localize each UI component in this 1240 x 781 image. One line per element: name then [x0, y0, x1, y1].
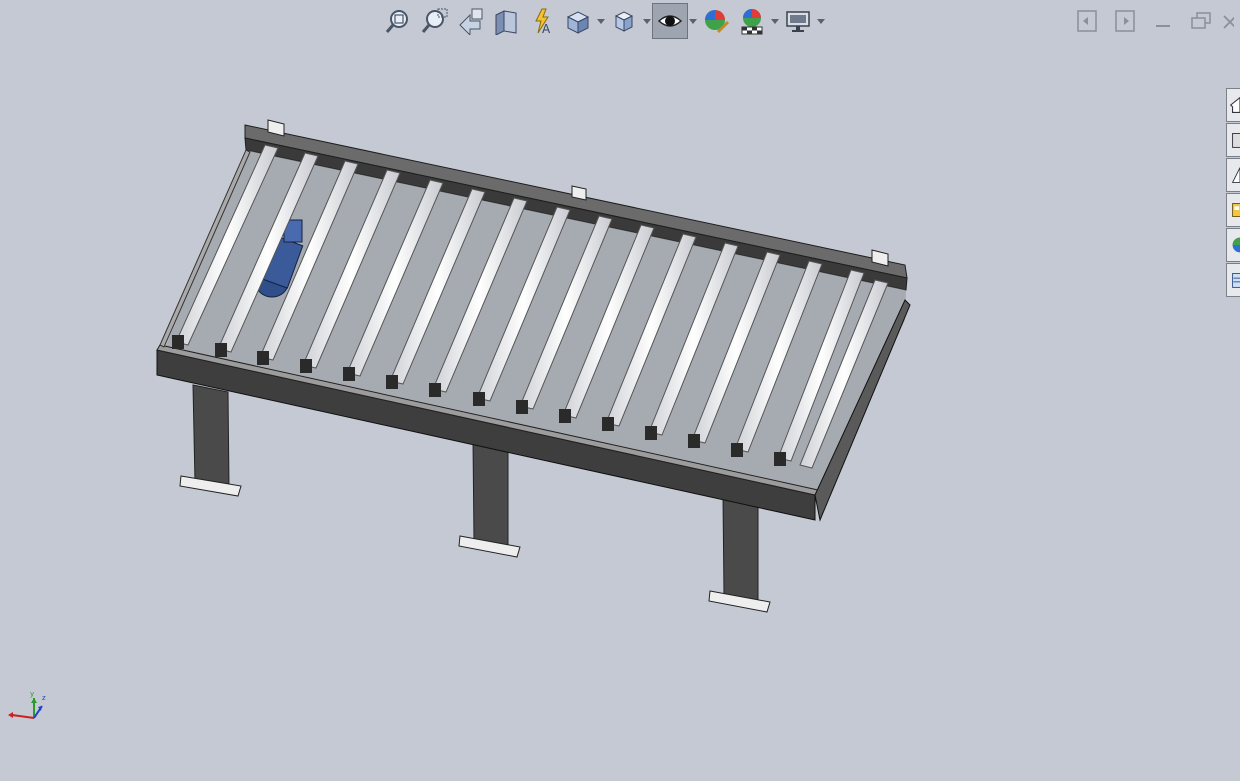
- view-orientation-button[interactable]: [560, 3, 596, 39]
- appearances-icon: [1232, 237, 1240, 253]
- tile-left-button[interactable]: [1068, 6, 1106, 36]
- hide-show-items-button[interactable]: [652, 3, 688, 39]
- chevron-down-icon: [817, 18, 825, 24]
- dynamic-annotation-button[interactable]: A: [524, 3, 560, 39]
- home-icon: [1229, 96, 1240, 113]
- view-palette-icon: [1232, 203, 1240, 217]
- dynamic-annotation-icon: A: [535, 8, 551, 35]
- zoom-to-fit-icon: [385, 10, 408, 33]
- section-view-button[interactable]: [488, 3, 524, 39]
- view-settings-button[interactable]: [780, 3, 816, 39]
- zoom-to-fit-button[interactable]: [380, 3, 416, 39]
- apply-scene-button[interactable]: [734, 3, 770, 39]
- chevron-down-icon: [689, 18, 697, 24]
- task-pane-tabs: [1226, 88, 1240, 298]
- apply-scene-dropdown[interactable]: [770, 3, 780, 39]
- design-library-icon: [1232, 133, 1240, 148]
- task-pane-file-explorer-tab[interactable]: [1226, 158, 1240, 192]
- tile-right-button[interactable]: [1106, 6, 1144, 36]
- view-settings-dropdown[interactable]: [816, 3, 826, 39]
- svg-text:A: A: [542, 22, 551, 35]
- reference-triad: y z: [8, 690, 46, 719]
- task-pane-custom-properties-tab[interactable]: [1226, 263, 1240, 297]
- task-pane-appearances-tab[interactable]: [1226, 228, 1240, 262]
- zoom-to-area-icon: [421, 8, 448, 33]
- tile-left-icon: [1077, 10, 1097, 32]
- close-icon: [1223, 15, 1234, 29]
- minimize-button[interactable]: [1144, 6, 1182, 36]
- triad-x-axis: [11, 714, 35, 719]
- edit-appearance-icon: [705, 10, 730, 34]
- display-style-icon: [614, 11, 634, 32]
- chevron-down-icon: [597, 18, 605, 24]
- display-style-dropdown[interactable]: [642, 3, 652, 39]
- triad-z-label: z: [42, 694, 46, 702]
- view-orientation-icon: [566, 11, 590, 34]
- chevron-down-icon: [771, 18, 779, 24]
- task-pane-home-tab[interactable]: [1226, 88, 1240, 122]
- hide-show-items-icon: [657, 15, 683, 27]
- close-button[interactable]: [1220, 6, 1240, 36]
- view-orientation-dropdown[interactable]: [596, 3, 606, 39]
- previous-view-icon: [459, 8, 483, 35]
- zoom-to-area-button[interactable]: [416, 3, 452, 39]
- chevron-down-icon: [643, 18, 651, 24]
- heads-up-view-toolbar: A: [380, 2, 826, 40]
- task-pane-design-library-tab[interactable]: [1226, 123, 1240, 157]
- window-controls: [1068, 6, 1240, 36]
- tile-right-icon: [1115, 10, 1135, 32]
- apply-scene-icon: [741, 9, 763, 35]
- section-view-icon: [495, 10, 517, 35]
- view-settings-icon: [786, 11, 810, 32]
- display-style-button[interactable]: [606, 3, 642, 39]
- edit-appearance-button[interactable]: [698, 3, 734, 39]
- conveyor-model: [156, 119, 911, 613]
- custom-properties-icon: [1232, 273, 1240, 288]
- minimize-icon: [1156, 25, 1170, 27]
- task-pane-view-palette-tab[interactable]: [1226, 193, 1240, 227]
- triad-y-label: y: [30, 690, 34, 698]
- restore-button[interactable]: [1182, 6, 1220, 36]
- restore-icon: [1191, 12, 1211, 29]
- hide-show-items-dropdown[interactable]: [688, 3, 698, 39]
- file-explorer-icon: [1231, 167, 1240, 183]
- previous-view-button[interactable]: [452, 3, 488, 39]
- model-viewport[interactable]: [0, 0, 1240, 781]
